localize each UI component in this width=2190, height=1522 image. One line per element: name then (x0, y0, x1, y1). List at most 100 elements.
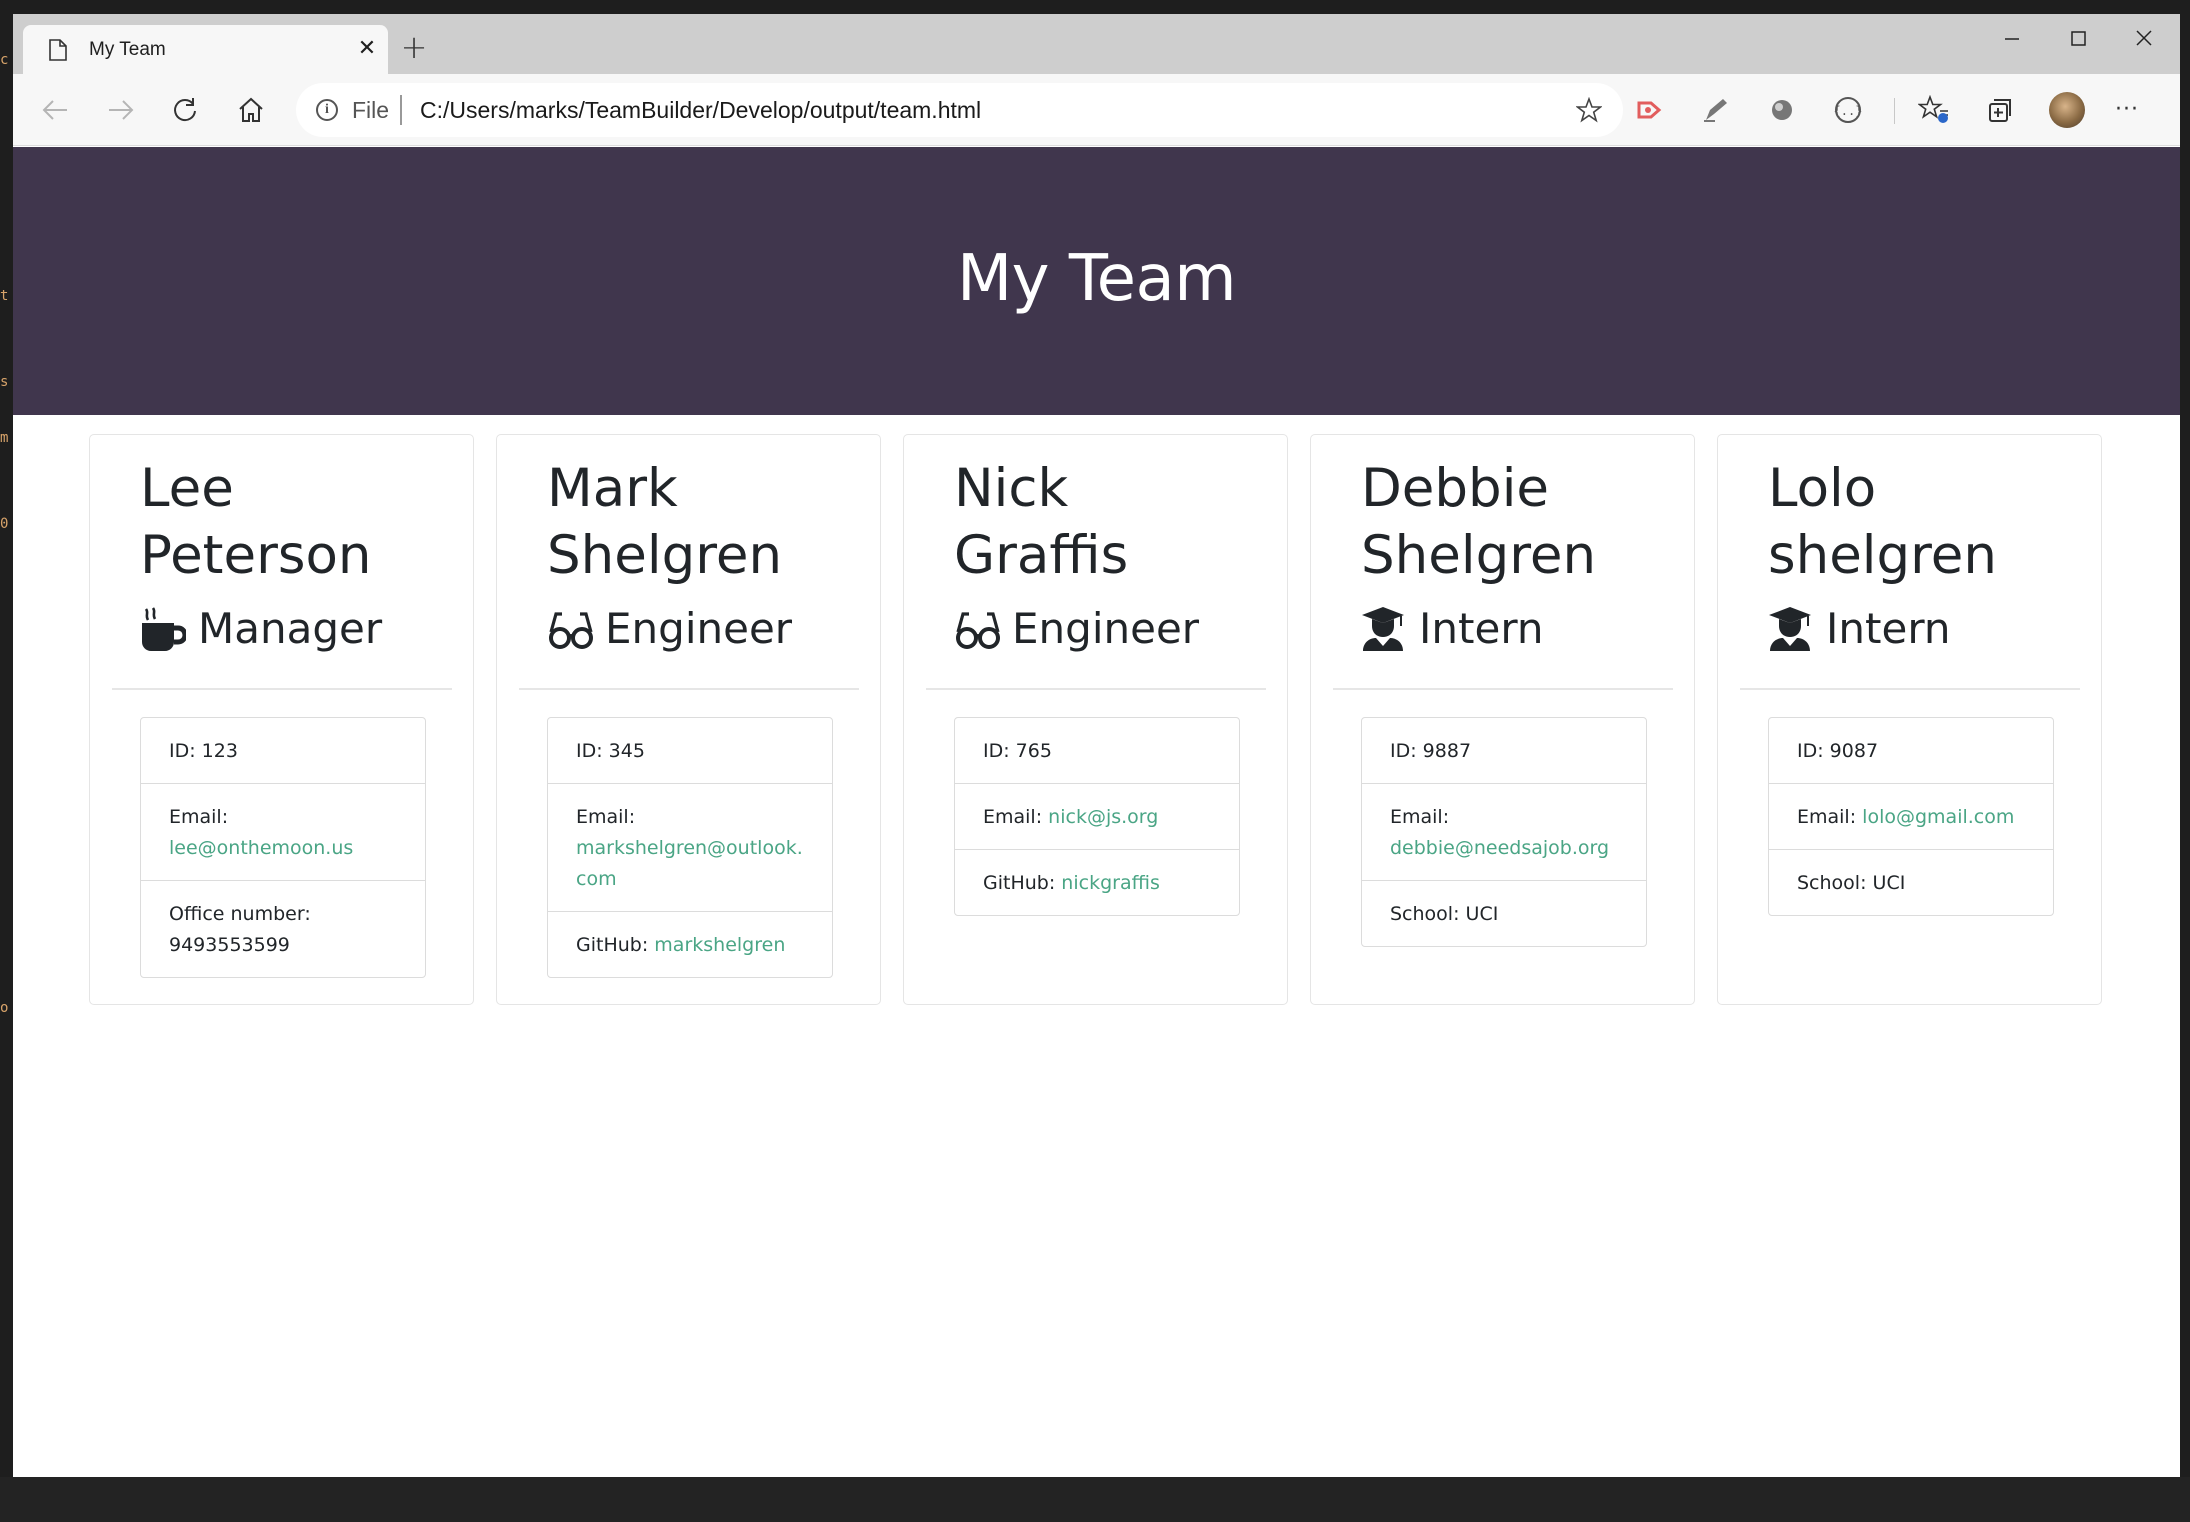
favorites-icon[interactable] (1916, 92, 1952, 128)
page-content: My Team Lee Peterson Manager ID: 123 Ema… (13, 147, 2180, 1477)
role-label: Intern (1826, 604, 1951, 653)
role-label: Manager (198, 604, 383, 653)
extension-braces-icon[interactable]: {..} (1830, 92, 1866, 128)
email-label: Email: (1390, 806, 1450, 828)
github-label: GitHub: (576, 934, 649, 956)
close-tab-icon[interactable]: ✕ (356, 38, 378, 60)
email-label: Email: (1797, 806, 1857, 828)
employee-name: Nick Graffis (954, 455, 1128, 589)
email-link[interactable]: lolo@gmail.com (1862, 806, 2014, 828)
forward-button[interactable] (101, 90, 141, 130)
employee-email-row: Email: lee@onthemoon.us (141, 784, 425, 881)
github-link[interactable]: markshelgren (654, 934, 785, 956)
employee-first-name: Nick (954, 458, 1069, 519)
graduate-icon (1361, 606, 1409, 652)
email-link[interactable]: nick@js.org (1048, 806, 1158, 828)
employee-name: Lee Peterson (140, 455, 372, 589)
info-icon[interactable]: i (316, 99, 338, 121)
collections-icon[interactable] (1982, 92, 2018, 128)
page-icon (49, 39, 67, 61)
profile-avatar[interactable] (2049, 92, 2085, 128)
employee-last-name: Graffis (954, 525, 1129, 586)
employee-name: Lolo shelgren (1768, 455, 1997, 589)
role-label: Engineer (605, 604, 793, 653)
employee-school-row: School: UCI (1362, 881, 1646, 946)
employee-github-row: GitHub: markshelgren (548, 912, 832, 977)
more-options-icon[interactable]: ··· (2109, 92, 2145, 128)
header-banner: My Team (13, 147, 2180, 415)
employee-last-name: Peterson (140, 525, 372, 586)
home-icon (239, 97, 263, 122)
employee-office-row: Office number: 9493553599 (141, 881, 425, 977)
employee-email-row: Email: debbie@needsajob.org (1362, 784, 1646, 881)
browser-window: My Team ✕ + i File C:/Users/marks/TeamBu… (13, 14, 2180, 1477)
favorite-star-icon[interactable] (1576, 97, 1602, 123)
new-tab-button[interactable]: + (394, 30, 434, 64)
home-button[interactable] (231, 90, 271, 130)
tab-strip: My Team ✕ + (13, 14, 2180, 74)
arrow-left-icon (42, 100, 67, 120)
card-divider (1740, 688, 2080, 690)
employee-card: Lee Peterson Manager ID: 123 Email: lee@… (89, 434, 474, 1005)
desktop-background-left: c t s m 0 o (0, 0, 13, 1522)
employee-first-name: Mark (547, 458, 678, 519)
employee-last-name: Shelgren (1361, 525, 1597, 586)
employee-last-name: Shelgren (547, 525, 783, 586)
card-divider (519, 688, 859, 690)
employee-card: Debbie Shelgren Intern ID: 9887 Email: d… (1310, 434, 1695, 1005)
employee-id: ID: 9087 (1769, 718, 2053, 784)
employee-email-row: Email: lolo@gmail.com (1769, 784, 2053, 850)
desktop-background-bottom (0, 1477, 2190, 1522)
svg-text:{..}: {..} (1834, 104, 1863, 118)
office-number-value: 9493553599 (169, 934, 290, 956)
employee-role: Manager (140, 603, 382, 655)
role-label: Engineer (1012, 604, 1200, 653)
employee-details: ID: 345 Email: markshelgren@outlook.com … (547, 717, 833, 978)
reload-button[interactable] (165, 90, 205, 130)
maximize-icon[interactable] (2063, 26, 2093, 52)
tab-my-team[interactable]: My Team ✕ (23, 25, 388, 74)
employee-first-name: Lolo (1768, 458, 1877, 519)
card-header: Lee Peterson Manager (90, 435, 473, 690)
page-title: My Team (956, 242, 1237, 316)
card-header: Lolo shelgren Intern (1718, 435, 2101, 690)
address-scheme-label: File (352, 97, 390, 123)
close-window-icon[interactable] (2129, 26, 2159, 52)
address-divider (400, 95, 402, 125)
extension-pen-icon[interactable] (1698, 92, 1734, 128)
school-label: School: (1797, 872, 1867, 894)
card-divider (112, 688, 452, 690)
email-link[interactable]: debbie@needsajob.org (1390, 837, 1609, 859)
github-link[interactable]: nickgraffis (1061, 872, 1160, 894)
employee-id: ID: 9887 (1362, 718, 1646, 784)
employee-id: ID: 345 (548, 718, 832, 784)
email-link[interactable]: markshelgren@outlook.com (576, 837, 803, 890)
card-header: Nick Graffis Engineer (904, 435, 1287, 690)
graduate-icon (1768, 606, 1816, 652)
school-value: UCI (1465, 903, 1499, 925)
role-label: Intern (1419, 604, 1544, 653)
address-bar[interactable]: i File C:/Users/marks/TeamBuilder/Develo… (296, 83, 1623, 137)
extension-circle-icon[interactable] (1764, 92, 1800, 128)
github-label: GitHub: (983, 872, 1056, 894)
employee-first-name: Debbie (1361, 458, 1550, 519)
extension-red-icon[interactable] (1632, 92, 1668, 128)
employee-details: ID: 9087 Email: lolo@gmail.com School: U… (1768, 717, 2054, 916)
back-button[interactable] (35, 90, 75, 130)
email-link[interactable]: lee@onthemoon.us (169, 837, 353, 859)
employee-details: ID: 765 Email: nick@js.org GitHub: nickg… (954, 717, 1240, 916)
office-number-label: Office number: (169, 903, 311, 925)
employee-id: ID: 123 (141, 718, 425, 784)
email-label: Email: (983, 806, 1043, 828)
browser-toolbar: i File C:/Users/marks/TeamBuilder/Develo… (13, 74, 2180, 146)
employee-details: ID: 9887 Email: debbie@needsajob.org Sch… (1361, 717, 1647, 947)
arrow-right-icon (109, 100, 134, 120)
employee-role: Intern (1768, 603, 1950, 655)
minimize-icon[interactable] (1997, 26, 2027, 52)
school-label: School: (1390, 903, 1460, 925)
glasses-icon (954, 606, 1002, 652)
tab-title: My Team (89, 39, 166, 60)
employee-email-row: Email: nick@js.org (955, 784, 1239, 850)
employee-last-name: shelgren (1768, 525, 1998, 586)
url-text[interactable]: C:/Users/marks/TeamBuilder/Develop/outpu… (420, 95, 981, 125)
